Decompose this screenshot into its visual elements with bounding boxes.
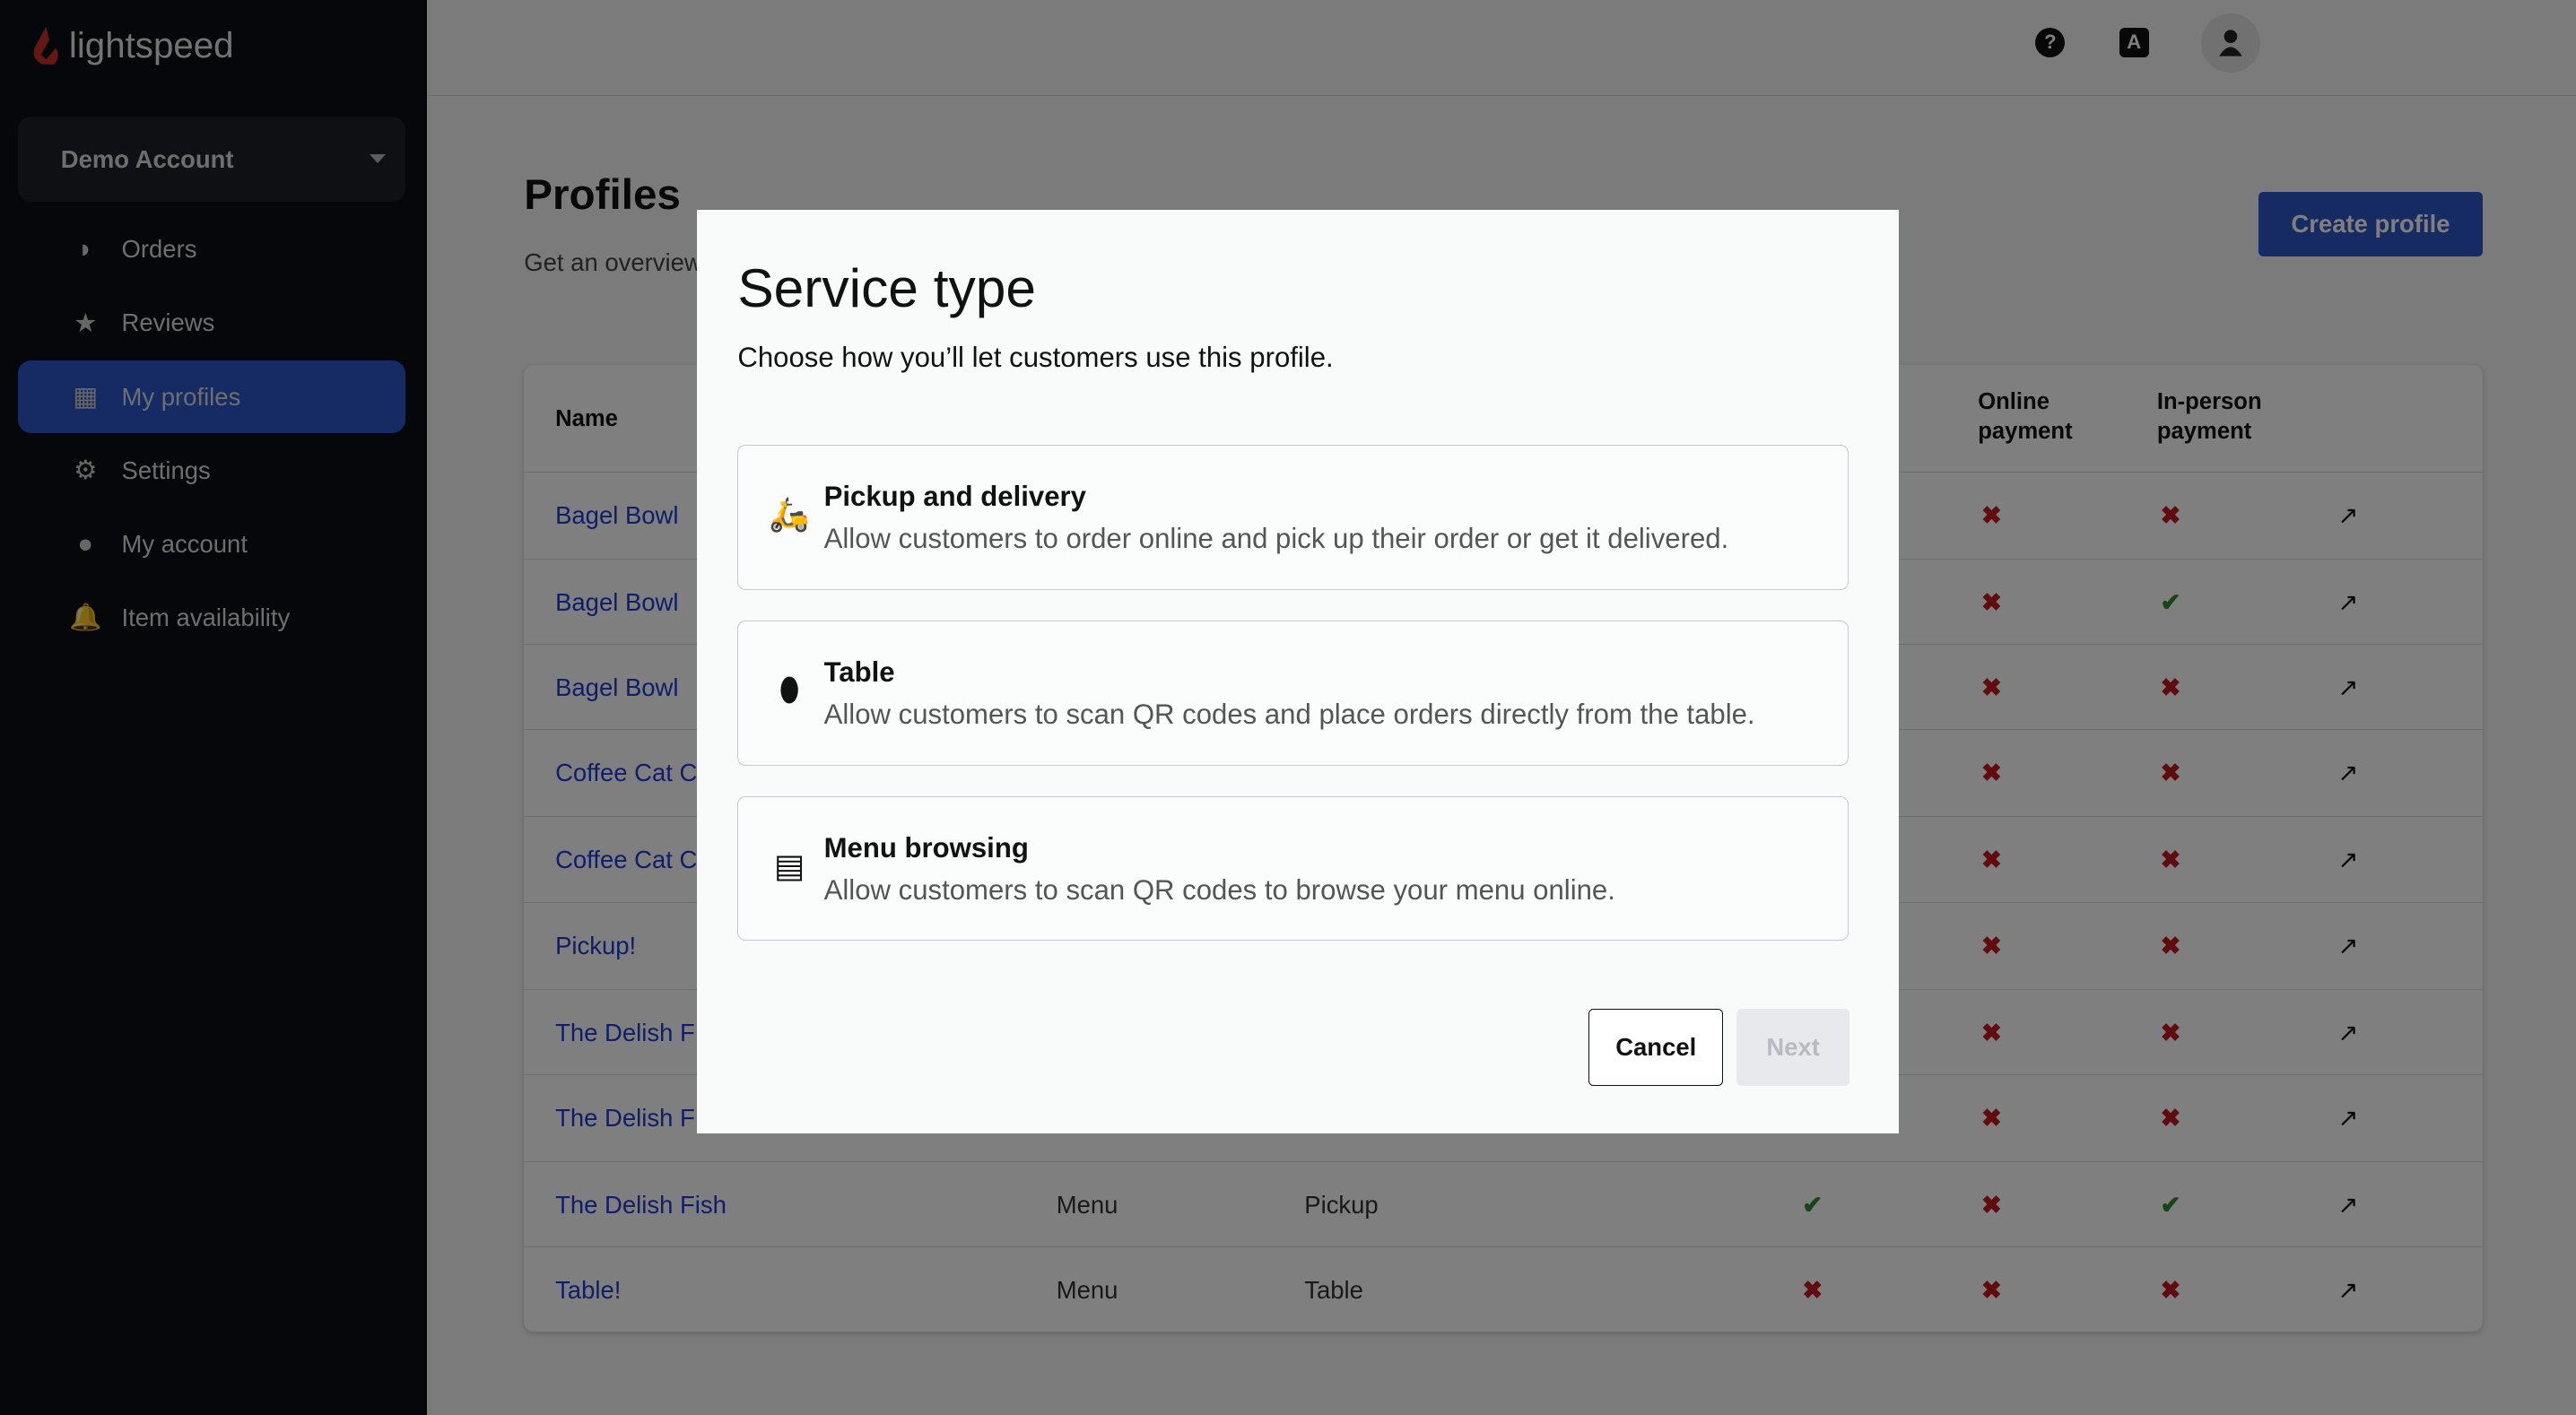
option-pickup-and-delivery[interactable]: 🛵 Pickup and delivery Allow customers to… xyxy=(737,445,1849,590)
modal-title: Service type xyxy=(737,256,1036,318)
option-description: Allow customers to scan QR codes to brow… xyxy=(823,874,1615,907)
option-description: Allow customers to order online and pick… xyxy=(823,523,1729,555)
option-table[interactable]: ⬮ Table Allow customers to scan QR codes… xyxy=(737,621,1849,766)
option-title: Menu browsing xyxy=(823,831,1029,864)
table-stand-icon: ⬮ xyxy=(779,671,800,708)
service-type-modal: Service type Choose how you’ll let custo… xyxy=(696,210,1900,1133)
option-title: Table xyxy=(823,655,895,688)
cancel-button[interactable]: Cancel xyxy=(1588,1008,1724,1086)
modal-subtitle: Choose how you’ll let customers use this… xyxy=(737,341,1334,373)
option-title: Pickup and delivery xyxy=(823,480,1086,512)
scooter-icon: 🛵 xyxy=(769,496,810,534)
option-menu-browsing[interactable]: ▤ Menu browsing Allow customers to scan … xyxy=(737,796,1849,942)
option-description: Allow customers to scan QR codes and pla… xyxy=(823,699,1755,731)
next-button[interactable]: Next xyxy=(1736,1008,1850,1086)
menu-icon: ▤ xyxy=(773,847,805,885)
